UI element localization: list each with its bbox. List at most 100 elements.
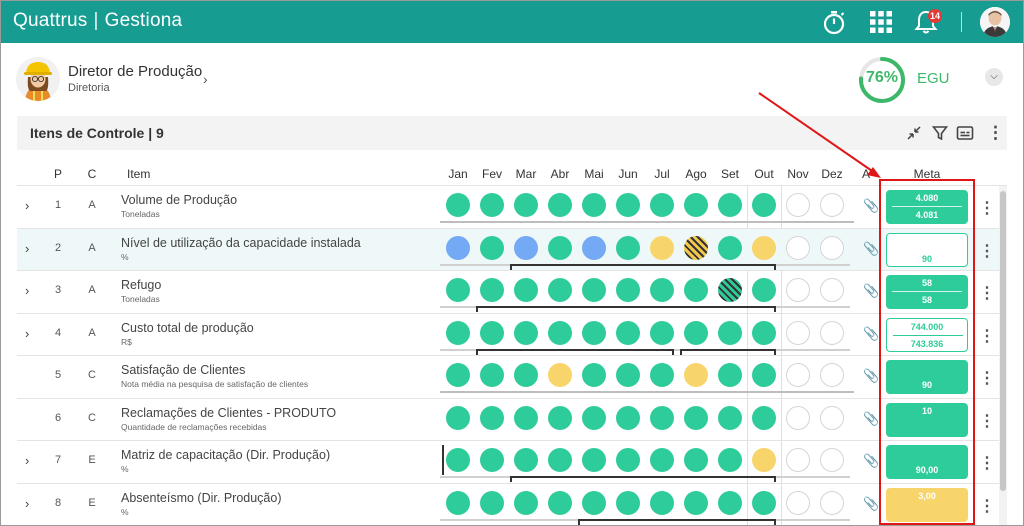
chevron-right-icon[interactable]: › bbox=[25, 496, 35, 511]
month-status-dot[interactable] bbox=[752, 405, 776, 430]
month-status-dot[interactable] bbox=[752, 278, 776, 302]
attachment-icon[interactable]: 📎 bbox=[863, 198, 879, 214]
month-status-dot[interactable] bbox=[650, 448, 674, 472]
month-status-dot[interactable] bbox=[548, 320, 572, 345]
month-status-dot[interactable] bbox=[786, 405, 810, 430]
month-status-dot[interactable] bbox=[752, 448, 776, 472]
month-status-dot[interactable] bbox=[820, 405, 844, 430]
month-status-dot[interactable] bbox=[684, 193, 708, 217]
col-header-month[interactable]: Abr bbox=[546, 167, 574, 181]
month-status-dot[interactable] bbox=[480, 363, 504, 387]
month-status-dot[interactable] bbox=[616, 405, 640, 430]
month-status-dot[interactable] bbox=[616, 448, 640, 472]
month-status-dot[interactable] bbox=[616, 320, 640, 345]
item-title[interactable]: Custo total de produção bbox=[121, 321, 254, 335]
month-status-dot[interactable] bbox=[786, 448, 810, 472]
col-header-month[interactable]: Dez bbox=[818, 167, 846, 181]
col-header-p[interactable]: P bbox=[51, 167, 65, 181]
month-status-dot[interactable] bbox=[786, 235, 810, 260]
collapse-arrows-icon[interactable] bbox=[905, 124, 923, 142]
month-status-dot[interactable] bbox=[718, 405, 742, 430]
row-more-vert-icon[interactable]: ⋮ bbox=[979, 368, 995, 388]
month-status-dot[interactable] bbox=[514, 278, 538, 302]
col-header-item[interactable]: Item bbox=[127, 167, 157, 181]
chevron-right-icon[interactable]: › bbox=[203, 71, 208, 87]
month-status-dot[interactable] bbox=[514, 405, 538, 430]
month-status-dot[interactable] bbox=[582, 405, 606, 430]
month-status-dot[interactable] bbox=[616, 235, 640, 260]
month-status-dot[interactable] bbox=[684, 405, 708, 430]
item-title[interactable]: Absenteísmo (Dir. Produção) bbox=[121, 491, 282, 505]
month-status-dot[interactable] bbox=[650, 320, 674, 345]
month-status-dot[interactable] bbox=[582, 490, 606, 515]
month-status-dot[interactable] bbox=[514, 235, 538, 260]
chevron-down-icon[interactable]: ⌵ bbox=[985, 68, 1003, 86]
month-status-dot[interactable] bbox=[684, 448, 708, 472]
stopwatch-icon[interactable] bbox=[820, 8, 848, 36]
subtitles-icon[interactable] bbox=[956, 124, 974, 142]
col-header-a[interactable]: A bbox=[859, 167, 873, 181]
month-status-dot[interactable] bbox=[446, 193, 470, 217]
month-status-dot[interactable] bbox=[446, 278, 470, 302]
attachment-icon[interactable]: 📎 bbox=[863, 283, 879, 299]
month-status-dot[interactable] bbox=[548, 448, 572, 472]
month-status-dot[interactable] bbox=[820, 320, 844, 345]
table-row[interactable]: › 7 E Matriz de capacitação (Dir. Produção)… bbox=[17, 440, 1007, 482]
month-status-dot[interactable] bbox=[480, 235, 504, 260]
row-more-vert-icon[interactable]: ⋮ bbox=[979, 326, 995, 346]
table-row[interactable]: 5 C Satisfação de Clientes Nota média na pe… bbox=[17, 355, 1007, 397]
month-status-dot[interactable] bbox=[514, 363, 538, 387]
month-status-dot[interactable] bbox=[480, 490, 504, 515]
month-status-dot[interactable] bbox=[752, 320, 776, 345]
month-status-dot[interactable] bbox=[752, 235, 776, 260]
month-status-dot[interactable] bbox=[820, 448, 844, 472]
table-row[interactable]: › 4 A Custo total de produção R$ 📎 744.000 743.… bbox=[17, 312, 1007, 355]
col-header-month[interactable]: Jan bbox=[444, 167, 472, 181]
month-status-dot[interactable] bbox=[616, 278, 640, 302]
col-header-month[interactable]: Out bbox=[750, 167, 778, 181]
month-status-dot[interactable] bbox=[718, 235, 742, 260]
month-status-dot[interactable] bbox=[786, 278, 810, 302]
table-row[interactable]: › 3 A Refugo Toneladas 📎 58 58 ⋮ bbox=[17, 270, 1007, 312]
item-title[interactable]: Nível de utilização da capacidade instal… bbox=[121, 236, 361, 250]
month-status-dot[interactable] bbox=[548, 490, 572, 515]
month-status-dot[interactable] bbox=[480, 193, 504, 217]
month-status-dot[interactable] bbox=[718, 448, 742, 472]
month-status-dot[interactable] bbox=[480, 278, 504, 302]
month-status-dot[interactable] bbox=[820, 363, 844, 387]
month-status-dot[interactable] bbox=[684, 278, 708, 302]
attachment-icon[interactable]: 📎 bbox=[863, 411, 879, 427]
month-status-dot[interactable] bbox=[718, 278, 742, 302]
col-header-month[interactable]: Mai bbox=[580, 167, 608, 181]
month-status-dot[interactable] bbox=[820, 490, 844, 515]
col-header-month[interactable]: Set bbox=[716, 167, 744, 181]
row-more-vert-icon[interactable]: ⋮ bbox=[979, 453, 995, 473]
month-status-dot[interactable] bbox=[446, 363, 470, 387]
row-more-vert-icon[interactable]: ⋮ bbox=[979, 411, 995, 431]
table-row[interactable]: 6 C Reclamações de Clientes - PRODUTO Quant… bbox=[17, 397, 1007, 440]
col-header-month[interactable]: Ago bbox=[682, 167, 710, 181]
month-status-dot[interactable] bbox=[684, 320, 708, 345]
month-status-dot[interactable] bbox=[752, 490, 776, 515]
profile-name[interactable]: Diretor de Produção bbox=[68, 63, 202, 80]
month-status-dot[interactable] bbox=[650, 490, 674, 515]
attachment-icon[interactable]: 📎 bbox=[863, 241, 879, 257]
row-more-vert-icon[interactable]: ⋮ bbox=[979, 496, 995, 516]
month-status-dot[interactable] bbox=[752, 193, 776, 217]
month-status-dot[interactable] bbox=[820, 193, 844, 217]
row-more-vert-icon[interactable]: ⋮ bbox=[979, 241, 995, 261]
chevron-right-icon[interactable]: › bbox=[25, 283, 35, 298]
month-status-dot[interactable] bbox=[684, 490, 708, 515]
month-status-dot[interactable] bbox=[820, 235, 844, 260]
table-row[interactable]: › 1 A Volume de Produção Toneladas 📎 4.080 4.08… bbox=[17, 185, 1007, 227]
month-status-dot[interactable] bbox=[650, 363, 674, 387]
table-row[interactable]: › 8 E Absenteísmo (Dir. Produção)% 📎 3,00 ⋮ bbox=[17, 482, 1007, 525]
month-status-dot[interactable] bbox=[752, 363, 776, 387]
month-status-dot[interactable] bbox=[582, 193, 606, 217]
attachment-icon[interactable]: 📎 bbox=[863, 326, 879, 342]
month-status-dot[interactable] bbox=[616, 490, 640, 515]
month-status-dot[interactable] bbox=[582, 320, 606, 345]
attachment-icon[interactable]: 📎 bbox=[863, 453, 879, 469]
month-status-dot[interactable] bbox=[514, 448, 538, 472]
month-status-dot[interactable] bbox=[548, 405, 572, 430]
